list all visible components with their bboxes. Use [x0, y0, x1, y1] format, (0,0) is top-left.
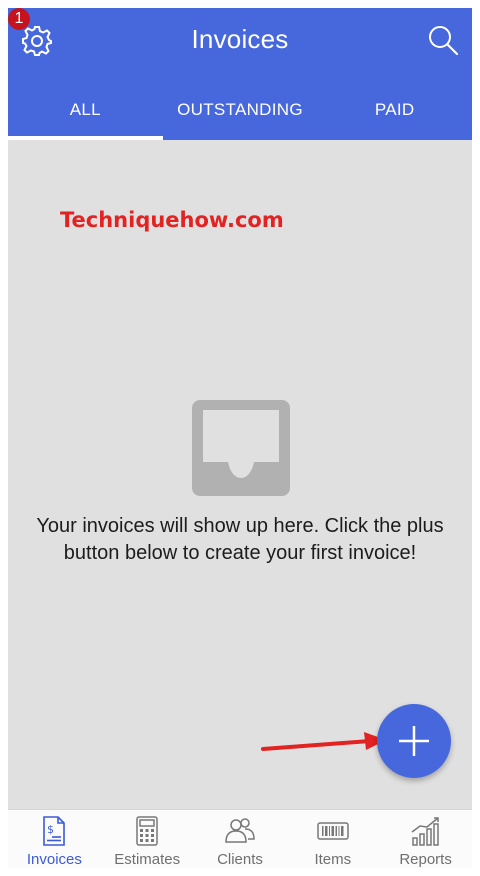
- nav-invoices-label: Invoices: [26, 851, 82, 868]
- plus-icon: [399, 726, 429, 756]
- svg-text:$: $: [47, 823, 54, 836]
- watermark-text: Techniquehow.com: [60, 208, 284, 232]
- empty-state-message: Your invoices will show up here. Click t…: [8, 513, 472, 567]
- tab-bar: ALL OUTSTANDING PAID: [8, 88, 472, 140]
- search-button[interactable]: [426, 24, 460, 58]
- nav-items-label: Items: [314, 851, 352, 868]
- empty-state-line-1: Your invoices will show up here. Click t…: [36, 515, 444, 537]
- tab-paid[interactable]: PAID: [317, 88, 472, 140]
- app-screen: 1 Invoices ALL OUTSTANDING PAID Techniqu…: [8, 8, 472, 868]
- add-invoice-button[interactable]: [377, 704, 451, 778]
- nav-items[interactable]: Items: [286, 810, 379, 868]
- barcode-icon: [317, 822, 349, 840]
- arrow-annotation-icon: [261, 732, 386, 751]
- nav-estimates[interactable]: Estimates: [101, 810, 194, 868]
- invoice-icon: $: [43, 816, 66, 846]
- chart-icon: [411, 817, 439, 846]
- inbox-icon: [192, 400, 290, 496]
- bottom-navigation: $ Invoices Estimates Clients Items Repor…: [8, 809, 472, 868]
- clients-icon: [225, 818, 255, 843]
- nav-reports-label: Reports: [399, 851, 452, 868]
- tab-all[interactable]: ALL: [8, 88, 163, 140]
- search-icon: [429, 26, 459, 56]
- nav-invoices[interactable]: $ Invoices: [8, 810, 101, 868]
- calculator-icon: [136, 816, 158, 846]
- nav-reports[interactable]: Reports: [379, 810, 472, 868]
- tab-outstanding[interactable]: OUTSTANDING: [163, 88, 318, 140]
- nav-clients[interactable]: Clients: [194, 810, 287, 868]
- nav-clients-label: Clients: [217, 851, 263, 868]
- app-bar: 1 Invoices ALL OUTSTANDING PAID: [8, 8, 472, 140]
- nav-estimates-label: Estimates: [114, 851, 181, 868]
- page-title: Invoices: [191, 24, 289, 54]
- empty-state-line-2: button below to create your first invoic…: [63, 542, 417, 564]
